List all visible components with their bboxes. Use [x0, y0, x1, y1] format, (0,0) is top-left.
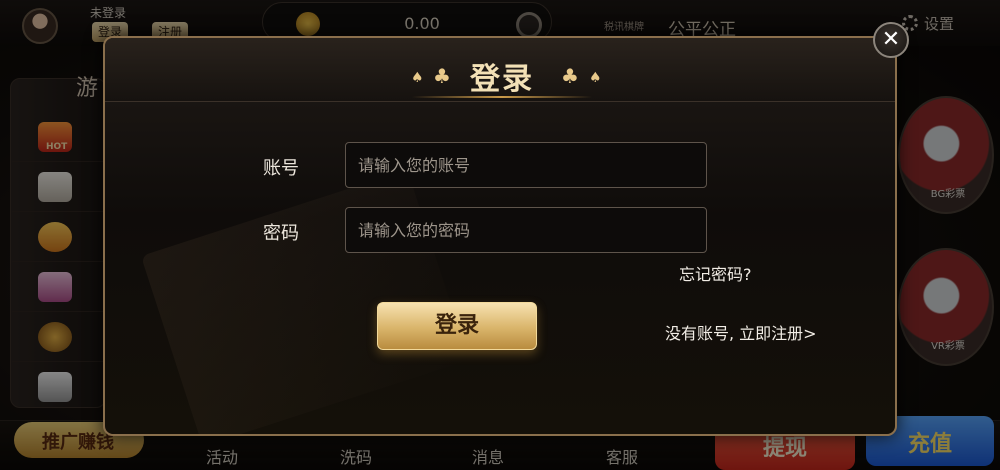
- club-icon: ♣: [561, 64, 579, 88]
- spade-icon: ♠: [589, 70, 602, 86]
- modal-title: 登录: [470, 62, 534, 97]
- account-input[interactable]: [345, 142, 707, 188]
- login-modal: ♠ ♣ 登录 ♣ ♠ 账号 密码 忘记密码? 登录 没有账号, 立即注册>: [103, 36, 897, 436]
- title-underline: [412, 96, 592, 98]
- close-icon[interactable]: ✕: [873, 22, 909, 58]
- account-label: 账号: [263, 158, 299, 179]
- password-label: 密码: [263, 223, 299, 244]
- login-submit-button[interactable]: 登录: [377, 302, 537, 350]
- forgot-password-link[interactable]: 忘记密码?: [679, 261, 752, 285]
- register-link[interactable]: 没有账号, 立即注册>: [665, 320, 817, 344]
- password-input[interactable]: [345, 207, 707, 253]
